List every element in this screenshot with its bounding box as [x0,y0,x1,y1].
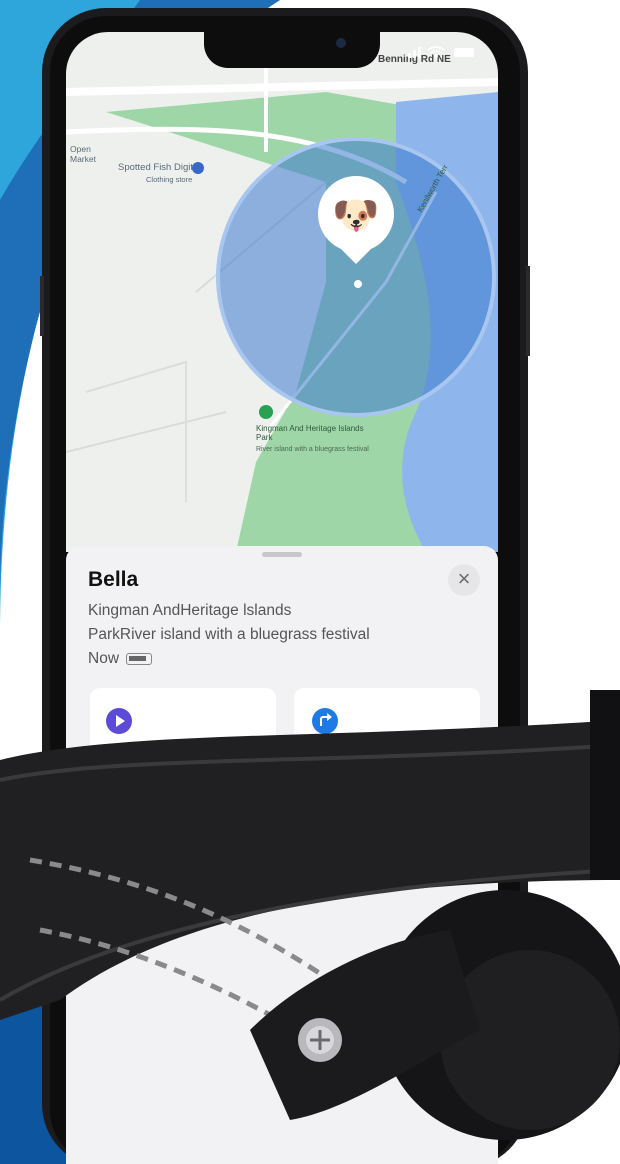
product-banner: Benning Rd NE Spotted Fish Digital Cloth… [0,0,620,1164]
dog-collar-image [0,690,620,1140]
